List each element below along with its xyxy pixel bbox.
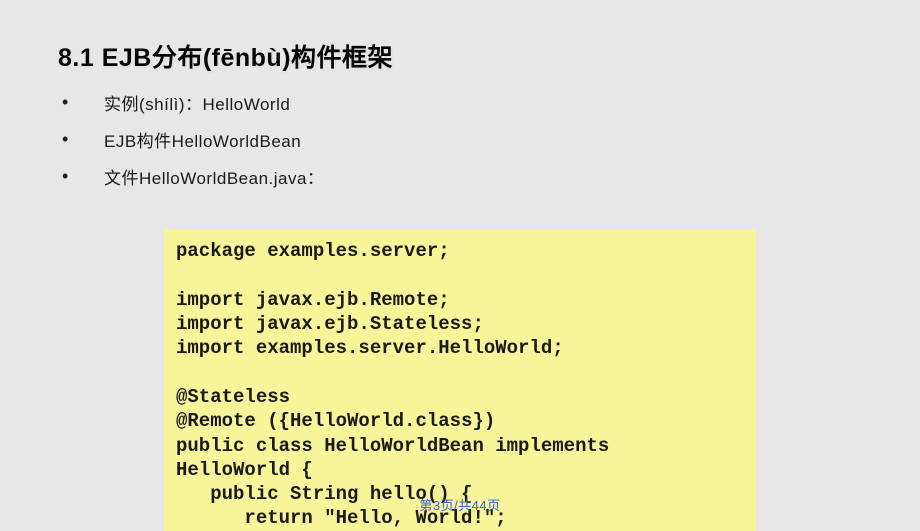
bullet-text: 实例(shílì)：HelloWorld <box>104 90 290 115</box>
code-block: package examples.server; import javax.ej… <box>164 229 756 531</box>
bullet-dot: • <box>62 92 104 113</box>
page-number: 第3页/共44页 <box>0 495 920 514</box>
section-heading: 8.1 EJB分布(fēnbù)构件框架 <box>58 38 862 74</box>
bullet-dot: • <box>62 166 104 187</box>
bullet-text: 文件HelloWorldBean.java： <box>104 164 324 189</box>
bullet-dot: • <box>62 129 104 150</box>
slide-content: 8.1 EJB分布(fēnbù)构件框架 • 实例(shílì)：HelloWo… <box>0 0 920 531</box>
bullet-text: EJB构件HelloWorldBean <box>104 127 301 152</box>
list-item: • 实例(shílì)：HelloWorld <box>62 90 862 115</box>
bullet-list: • 实例(shílì)：HelloWorld • EJB构件HelloWorld… <box>62 90 862 189</box>
list-item: • 文件HelloWorldBean.java： <box>62 164 862 189</box>
code-container: package examples.server; import javax.ej… <box>58 229 862 531</box>
list-item: • EJB构件HelloWorldBean <box>62 127 862 152</box>
